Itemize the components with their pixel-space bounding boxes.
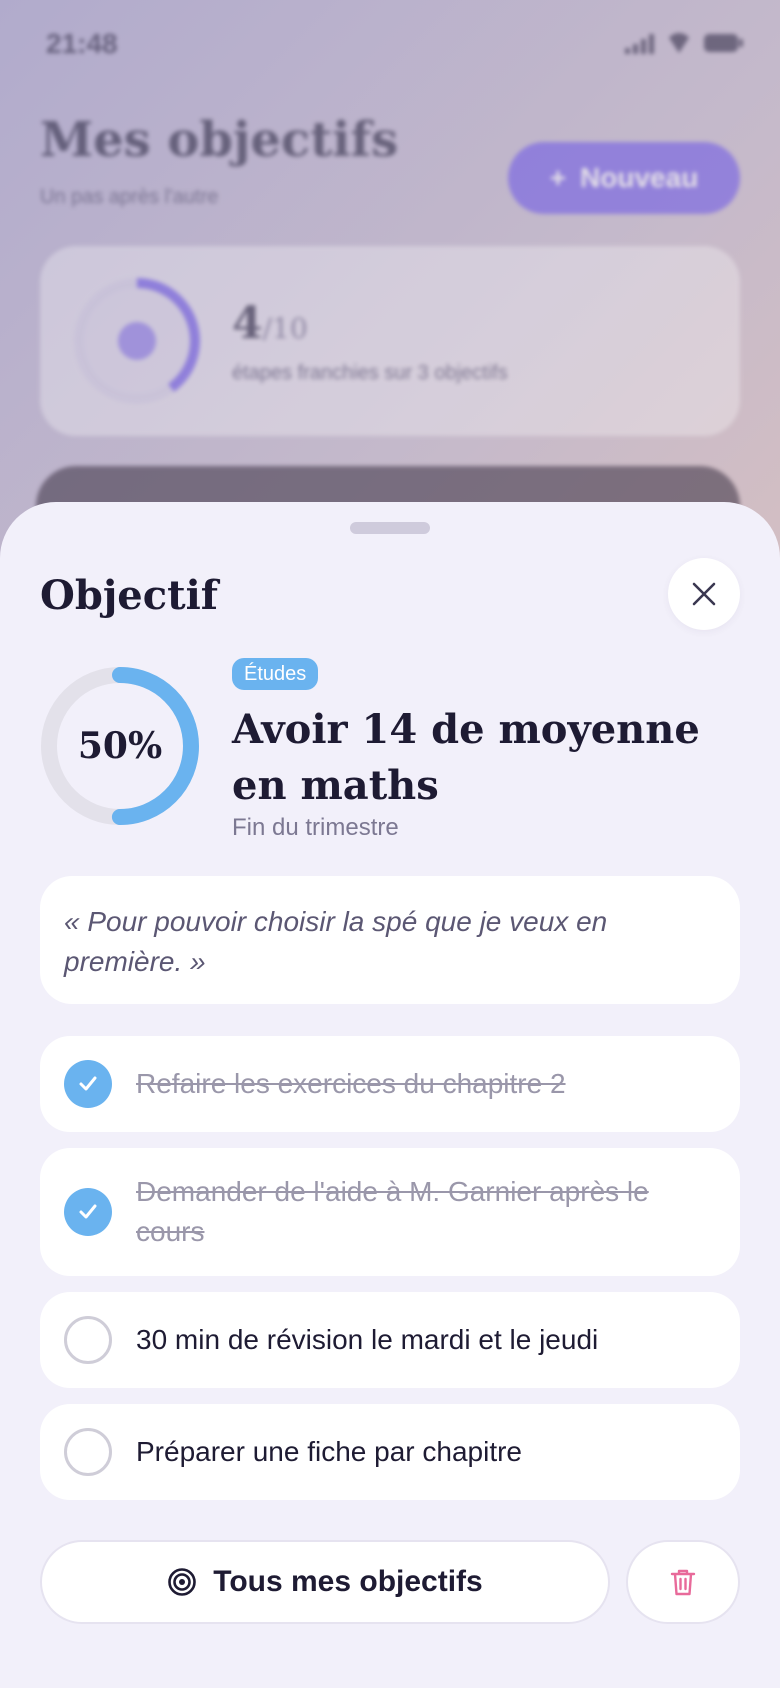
summary-ring-center bbox=[118, 322, 156, 360]
sheet-title: Objectif bbox=[40, 572, 218, 619]
check-icon bbox=[79, 1076, 97, 1091]
step-item[interactable]: Demander de l'aide à M. Garnier après le… bbox=[40, 1148, 740, 1276]
sheet-drag-handle[interactable] bbox=[350, 522, 430, 534]
signal-icon bbox=[625, 32, 654, 54]
step-label: Demander de l'aide à M. Garnier après le… bbox=[136, 1176, 649, 1247]
status-icons bbox=[625, 32, 743, 54]
step-item[interactable]: Préparer une fiche par chapitre bbox=[40, 1404, 740, 1500]
battery-icon bbox=[704, 34, 743, 52]
close-button[interactable] bbox=[668, 558, 740, 630]
plus-icon: + bbox=[549, 162, 567, 193]
step-checkbox[interactable] bbox=[64, 1316, 112, 1364]
step-checkbox[interactable] bbox=[64, 1060, 112, 1108]
goal-progress-ring: 50% bbox=[40, 666, 200, 826]
summary-done: 4 bbox=[232, 298, 263, 349]
step-label: 30 min de révision le mardi et le jeudi bbox=[136, 1324, 599, 1355]
step-checkbox[interactable] bbox=[64, 1428, 112, 1476]
page-subtitle: Un pas après l'autre bbox=[40, 186, 219, 208]
step-item[interactable]: 30 min de révision le mardi et le jeudi bbox=[40, 1292, 740, 1388]
close-icon bbox=[692, 582, 716, 606]
category-badge: Études bbox=[232, 658, 319, 690]
step-checkbox[interactable] bbox=[64, 1188, 112, 1236]
delete-goal-button[interactable] bbox=[626, 1540, 740, 1624]
all-goals-label: Tous mes objectifs bbox=[213, 1565, 483, 1598]
goal-title: Avoir 14 de moyenne en maths bbox=[232, 706, 700, 809]
new-goal-label: Nouveau bbox=[580, 162, 699, 193]
all-goals-button[interactable]: Tous mes objectifs bbox=[40, 1540, 610, 1624]
progress-percent: 50% bbox=[77, 725, 163, 767]
wifi-icon bbox=[666, 33, 692, 53]
trash-icon bbox=[670, 1569, 696, 1596]
summary-description: étapes franchies sur 3 objectifs bbox=[232, 362, 508, 384]
goal-detail-sheet: Objectif 50% Études Avoir 14 de moyenne … bbox=[0, 502, 780, 1688]
step-label: Préparer une fiche par chapitre bbox=[136, 1436, 522, 1467]
step-label: Refaire les exercices du chapitre 2 bbox=[136, 1068, 566, 1099]
summary-count: 4/10 bbox=[232, 298, 308, 349]
target-icon bbox=[168, 1568, 197, 1596]
motivation-quote: « Pour pouvoir choisir la spé que je veu… bbox=[40, 876, 740, 1004]
status-time: 21:48 bbox=[46, 28, 118, 59]
summary-total: /10 bbox=[262, 312, 308, 345]
step-item[interactable]: Refaire les exercices du chapitre 2 bbox=[40, 1036, 740, 1132]
goal-deadline: Fin du trimestre bbox=[232, 814, 399, 841]
check-icon bbox=[79, 1204, 97, 1219]
new-goal-button: + Nouveau bbox=[508, 142, 740, 214]
page-title: Mes objectifs bbox=[40, 112, 399, 168]
